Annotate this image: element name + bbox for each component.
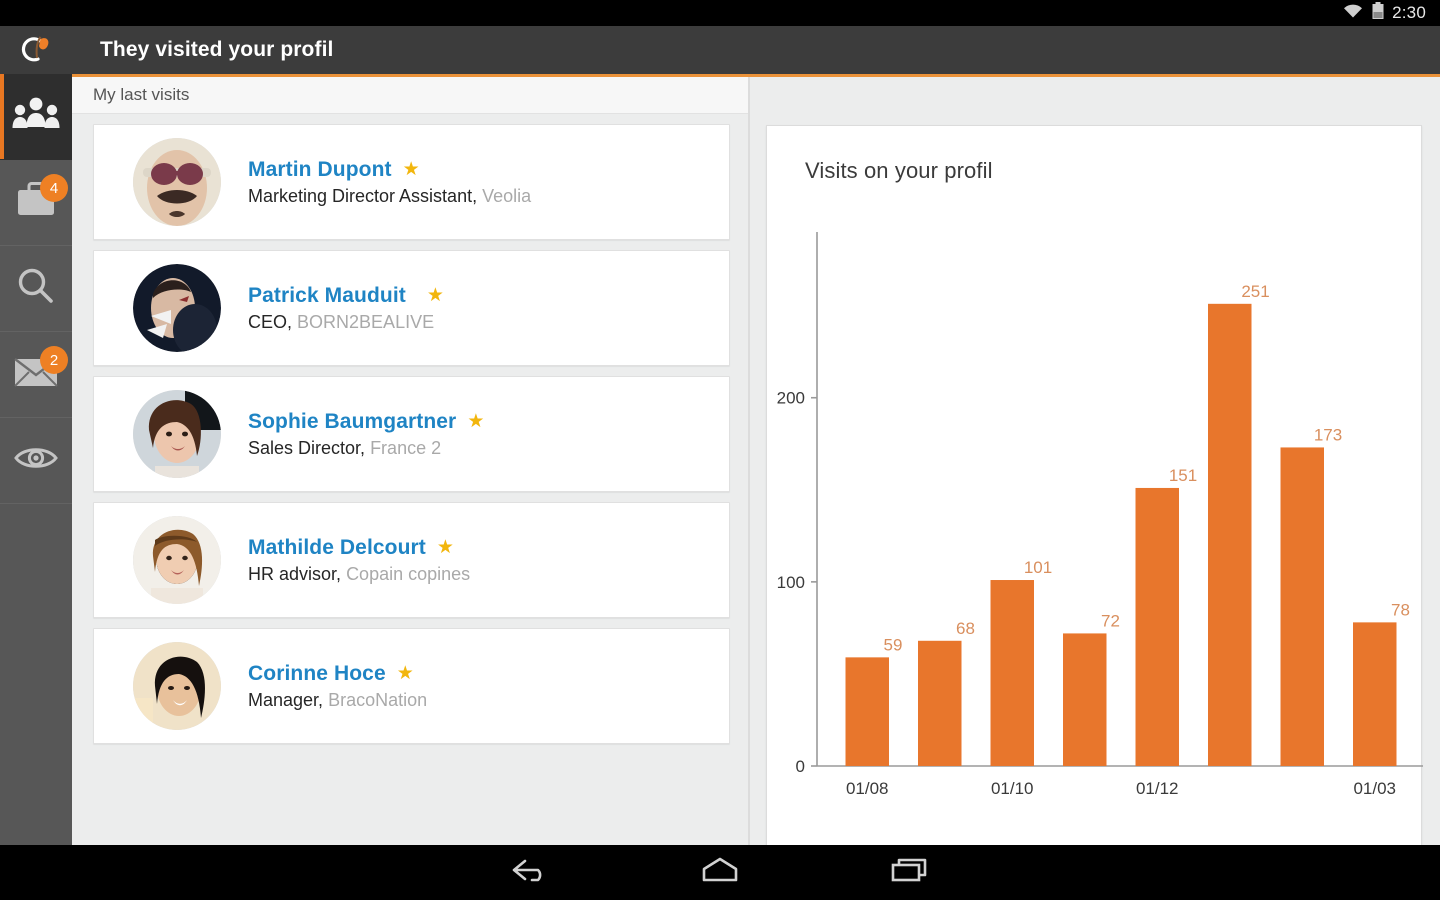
visitor-role: Marketing Director Assistant, — [248, 185, 478, 206]
svg-text:01/12: 01/12 — [1136, 779, 1179, 798]
visitors-panel: My last visits Martin Dupont ★ Marketing… — [72, 77, 748, 845]
list-item-text: Corinne Hoce ★ Manager, BracoNation — [248, 662, 427, 711]
list-item[interactable]: Martin Dupont ★ Marketing Director Assis… — [93, 124, 730, 240]
sidebar-badge-messages: 2 — [40, 346, 68, 374]
visitor-role: Manager, — [248, 689, 324, 710]
app-body: 4 2 They visited your profil My last vis… — [0, 26, 1440, 845]
back-button[interactable] — [435, 845, 625, 900]
list-item-text: Sophie Baumgartner ★ Sales Director, Fra… — [248, 410, 484, 459]
visitor-name[interactable]: Martin Dupont — [248, 158, 392, 182]
app-header: They visited your profil — [72, 26, 1440, 74]
star-icon[interactable]: ★ — [437, 538, 454, 557]
list-item[interactable]: Corinne Hoce ★ Manager, BracoNation — [93, 628, 730, 744]
status-bar: 2:30 — [0, 0, 1440, 26]
wifi-icon — [1342, 3, 1364, 24]
avatar — [133, 264, 221, 352]
avatar — [133, 642, 221, 730]
svg-text:59: 59 — [884, 635, 903, 654]
visitor-company: Veolia — [482, 185, 532, 206]
list-item[interactable]: Mathilde Delcourt ★ HR advisor, Copain c… — [93, 502, 730, 618]
sidebar: 4 2 — [0, 26, 72, 845]
back-arrow-icon — [508, 855, 552, 890]
role-row: Marketing Director Assistant, Veolia — [248, 186, 531, 207]
svg-text:200: 200 — [777, 389, 805, 408]
star-icon[interactable]: ★ — [403, 160, 420, 179]
svg-text:173: 173 — [1314, 425, 1342, 444]
eye-icon — [13, 443, 59, 478]
svg-text:01/03: 01/03 — [1353, 779, 1396, 798]
list-item[interactable]: Patrick Mauduit ★ CEO, BORN2BEALIVE — [93, 250, 730, 366]
svg-text:151: 151 — [1169, 466, 1197, 485]
recent-apps-icon — [888, 855, 932, 890]
section-header-label: My last visits — [93, 85, 190, 104]
visitor-company: BORN2BEALIVE — [297, 311, 435, 332]
star-icon[interactable]: ★ — [467, 412, 484, 431]
section-header: My last visits — [72, 77, 748, 114]
svg-text:01/08: 01/08 — [846, 779, 889, 798]
name-row: Corinne Hoce ★ — [248, 662, 427, 686]
sidebar-badge-jobs: 4 — [40, 174, 68, 202]
chart-panel: Visits on your profil 0 100 200 59 68 101 72 15… — [750, 77, 1440, 845]
visitor-company: France 2 — [370, 437, 442, 458]
star-icon[interactable]: ★ — [427, 286, 444, 305]
visitor-name[interactable]: Sophie Baumgartner — [248, 410, 456, 434]
svg-text:72: 72 — [1101, 611, 1120, 630]
sidebar-item-visitors[interactable] — [0, 74, 72, 160]
visitor-name[interactable]: Patrick Mauduit — [248, 284, 406, 308]
recents-button[interactable] — [815, 845, 1005, 900]
svg-text:0: 0 — [796, 757, 805, 776]
list-item-text: Patrick Mauduit ★ CEO, BORN2BEALIVE — [248, 284, 444, 333]
visitors-list: Martin Dupont ★ Marketing Director Assis… — [72, 114, 748, 744]
visitor-name[interactable]: Mathilde Delcourt — [248, 536, 426, 560]
page-title: They visited your profil — [100, 38, 334, 61]
role-row: Manager, BracoNation — [248, 690, 427, 711]
avatar — [133, 390, 221, 478]
name-row: Martin Dupont ★ — [248, 158, 531, 182]
svg-text:68: 68 — [956, 619, 975, 638]
sidebar-item-jobs[interactable]: 4 — [0, 160, 72, 246]
svg-text:100: 100 — [777, 573, 805, 592]
role-row: Sales Director, France 2 — [248, 438, 484, 459]
avatar — [133, 138, 221, 226]
sidebar-item-messages[interactable]: 2 — [0, 332, 72, 418]
list-item-text: Mathilde Delcourt ★ HR advisor, Copain c… — [248, 536, 470, 585]
list-item-text: Martin Dupont ★ Marketing Director Assis… — [248, 158, 531, 207]
chart-title: Visits on your profil — [805, 158, 993, 183]
visitor-role: Sales Director, — [248, 437, 366, 458]
avatar — [133, 516, 221, 604]
role-row: HR advisor, Copain copines — [248, 564, 470, 585]
list-item[interactable]: Sophie Baumgartner ★ Sales Director, Fra… — [93, 376, 730, 492]
status-clock: 2:30 — [1392, 3, 1426, 22]
svg-text:101: 101 — [1024, 558, 1052, 577]
visitor-name[interactable]: Corinne Hoce — [248, 662, 386, 686]
android-nav-bar — [0, 845, 1440, 900]
sidebar-item-views[interactable] — [0, 418, 72, 504]
name-row: Sophie Baumgartner ★ — [248, 410, 484, 434]
name-row: Patrick Mauduit ★ — [248, 284, 444, 308]
role-row: CEO, BORN2BEALIVE — [248, 312, 444, 333]
name-row: Mathilde Delcourt ★ — [248, 536, 470, 560]
home-button[interactable] — [625, 845, 815, 900]
star-icon[interactable]: ★ — [397, 664, 414, 683]
visitor-company: BracoNation — [328, 689, 428, 710]
svg-text:01/10: 01/10 — [991, 779, 1034, 798]
visitor-company: Copain copines — [346, 563, 471, 584]
app-logo[interactable] — [0, 26, 72, 74]
svg-text:251: 251 — [1241, 282, 1269, 301]
battery-icon — [1372, 1, 1384, 25]
visits-bar-chart[interactable]: 0 100 200 59 68 101 72 151 251 173 78 01/08 01/10 01/… — [767, 226, 1423, 826]
people-group-icon — [11, 95, 61, 138]
leaf-circle-logo-icon — [16, 28, 56, 73]
home-icon — [697, 855, 743, 890]
search-icon — [15, 265, 57, 312]
chart-card: Visits on your profil 0 100 200 59 68 101 72 15… — [766, 125, 1423, 845]
svg-text:78: 78 — [1391, 600, 1410, 619]
screen: 2:30 4 2 They visited your profil My las… — [0, 0, 1440, 900]
visitor-role: CEO, — [248, 311, 293, 332]
sidebar-item-search[interactable] — [0, 246, 72, 332]
visitor-role: HR advisor, — [248, 563, 342, 584]
